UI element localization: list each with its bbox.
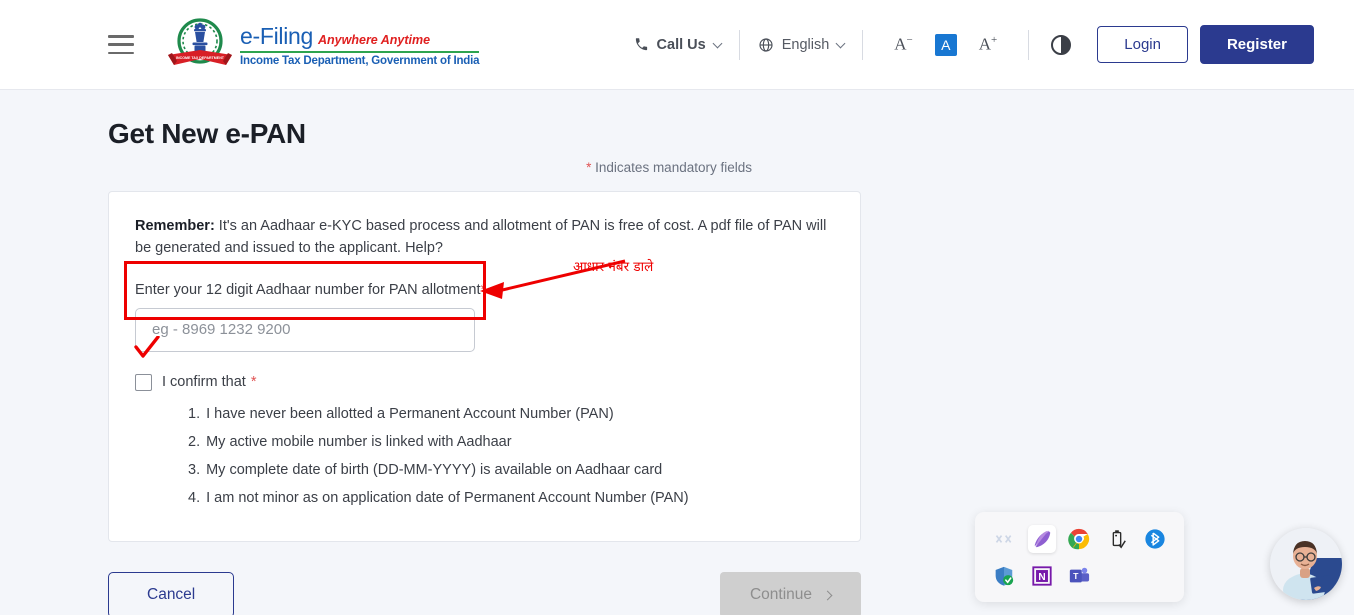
confirm-row: I confirm that * [135,373,834,391]
mandatory-star: * [586,160,592,175]
divider [738,29,740,60]
support-chat-avatar[interactable] [1270,528,1342,600]
brand-department: Income Tax Department, Government of Ind… [240,54,480,67]
divider [862,29,864,60]
epan-form-card: Remember: It's an Aadhaar e-KYC based pr… [108,191,861,543]
list-item: 4. I am not minor as on application date … [188,487,834,510]
language-label: English [781,36,830,53]
snip-quill-icon[interactable] [1027,524,1056,553]
list-item-number: 4. [188,490,201,507]
brand-name: e-Filing [240,22,314,49]
list-item-text: I have never been allotted a Permanent A… [206,405,614,422]
cancel-button[interactable]: Cancel [108,572,235,615]
windows-security-shield-icon[interactable] [990,562,1018,590]
font-decrease-button[interactable]: A− [890,32,917,57]
list-item-number: 1. [188,405,201,422]
list-item-text: I am not minor as on application date of… [206,490,689,507]
confirmation-conditions-list: 1. I have never been allotted a Permanent… [135,403,834,511]
phone-icon [634,37,649,52]
svg-text:T: T [1074,571,1080,581]
site-header: सत्यमेव INCOME TAX DEPARTMENT e-Filing A… [0,0,1354,90]
confirm-label-text: I confirm that [162,374,246,390]
aadhaar-field-label-text: Enter your 12 digit Aadhaar number for P… [135,281,481,298]
list-item: 1. I have never been allotted a Permanent… [188,403,834,426]
divider [1028,29,1030,60]
required-star: * [250,374,257,390]
confirm-label: I confirm that * [162,374,256,390]
contrast-icon[interactable] [1051,34,1072,55]
svg-text:INCOME TAX DEPARTMENT: INCOME TAX DEPARTMENT [176,56,225,60]
brand-logo[interactable]: सत्यमेव INCOME TAX DEPARTMENT e-Filing A… [164,17,480,73]
call-us-label: Call Us [656,36,706,53]
chevron-down-icon [835,38,846,48]
chevron-down-icon [712,38,723,48]
google-chrome-icon[interactable] [1065,525,1093,553]
language-selector[interactable]: English [758,36,846,53]
font-decrease-label: A [894,34,907,54]
list-item-text: My active mobile number is linked with A… [206,433,512,450]
mandatory-note-text: Indicates mandatory fields [595,160,752,175]
income-tax-department-emblem: सत्यमेव INCOME TAX DEPARTMENT [168,17,232,65]
required-star: * [480,281,487,298]
form-actions: Cancel Continue [108,572,861,615]
aadhaar-number-input[interactable] [135,307,475,352]
microsoft-teams-icon[interactable]: T [1065,562,1093,590]
call-us-button[interactable]: Call Us [634,36,723,53]
continue-button[interactable]: Continue [719,572,861,615]
hidden-app-icon[interactable] [990,525,1018,553]
font-normal-button[interactable]: A [934,33,957,56]
remember-text: It's an Aadhaar e-KYC based process and … [135,218,827,256]
list-item-number: 2. [188,433,201,450]
page-title: Get New e-PAN [108,118,306,149]
remember-label: Remember: [135,218,215,234]
mandatory-fields-note: * Indicates mandatory fields [108,160,1246,175]
onenote-icon[interactable]: N [1028,562,1056,590]
remember-notice: Remember: It's an Aadhaar e-KYC based pr… [135,216,834,260]
list-item: 2. My active mobile number is linked with… [188,431,834,454]
list-item-number: 3. [188,461,201,478]
font-increase-button[interactable]: A+ [975,32,1002,57]
font-increase-sup: + [991,34,998,47]
support-agent-illustration [1270,528,1342,600]
globe-icon [758,37,774,53]
header-actions: Call Us English A− A A+ Login Register [634,25,1354,64]
safely-remove-usb-icon[interactable] [1103,525,1131,553]
hindi-annotation-text: आधार नंबर डाले [573,259,654,275]
font-increase-label: A [978,34,992,54]
login-button[interactable]: Login [1097,26,1188,63]
list-item: 3. My complete date of birth (DD-MM-YYYY)… [188,459,834,482]
bluetooth-icon[interactable] [1141,525,1169,553]
confirm-checkbox[interactable] [135,373,152,391]
register-button[interactable]: Register [1199,25,1314,64]
system-tray-flyout: N T [975,512,1184,602]
continue-label: Continue [749,586,812,604]
brand-tagline: Anywhere Anytime [318,32,431,47]
aadhaar-field-label: Enter your 12 digit Aadhaar number for P… [135,282,834,298]
list-item-text: My complete date of birth (DD-MM-YYYY) i… [206,461,663,478]
hamburger-menu-icon[interactable] [108,35,134,54]
svg-text:N: N [1038,572,1045,583]
chevron-right-icon [822,590,833,601]
font-decrease-sup: − [906,34,913,47]
font-normal-label: A [941,36,951,53]
